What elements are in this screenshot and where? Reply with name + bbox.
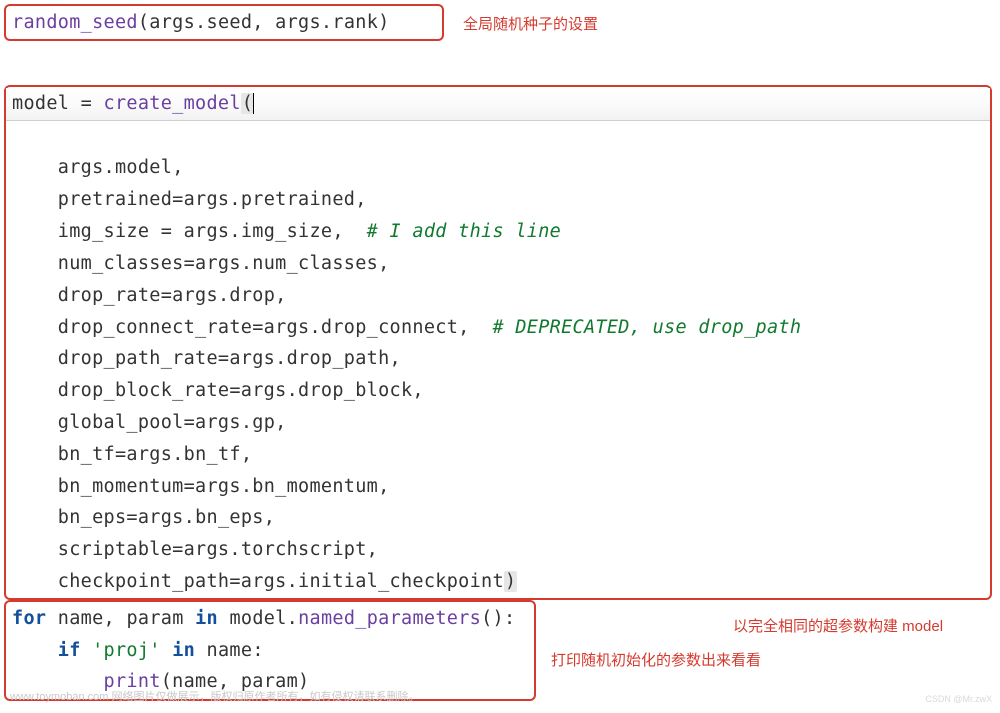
arg1-attr: seed: [207, 12, 253, 33]
annotation-random-seed: 全局随机种子的设置: [463, 12, 598, 38]
fn-name: random_seed: [12, 12, 138, 33]
text-caret: [253, 93, 254, 113]
arg1-obj: args: [149, 12, 195, 33]
string-literal: 'proj': [92, 640, 161, 661]
arg2-attr: rank: [332, 12, 378, 33]
watermark-right: CSDN @Mr.zwX: [925, 692, 992, 707]
code-block-create-model: model = create_model( args.model, pretra…: [4, 85, 992, 600]
assign-lhs: model: [12, 93, 69, 114]
close-paren: ): [504, 571, 517, 592]
arg2-obj: args: [275, 12, 321, 33]
code-block-random-seed: random_seed(args.seed, args.rank): [4, 4, 444, 41]
code-block-print-params: for name, param in model.named_parameter…: [4, 600, 536, 701]
code-comment: # I add this line: [367, 221, 561, 242]
fn-name: create_model: [104, 93, 241, 114]
watermark-left: www.toymoban.com 网络图片仅做展示，版权归原作者所有，如有侵权请…: [10, 688, 419, 707]
code-comment: # DEPRECATED, use drop_path: [492, 317, 801, 338]
annotation-print-params: 打印随机初始化的参数出来看看: [551, 648, 761, 674]
annotation-create-model: 以完全相同的超参数构建 model: [733, 614, 943, 640]
open-paren: (: [241, 93, 254, 114]
active-line: model = create_model(: [6, 88, 990, 121]
